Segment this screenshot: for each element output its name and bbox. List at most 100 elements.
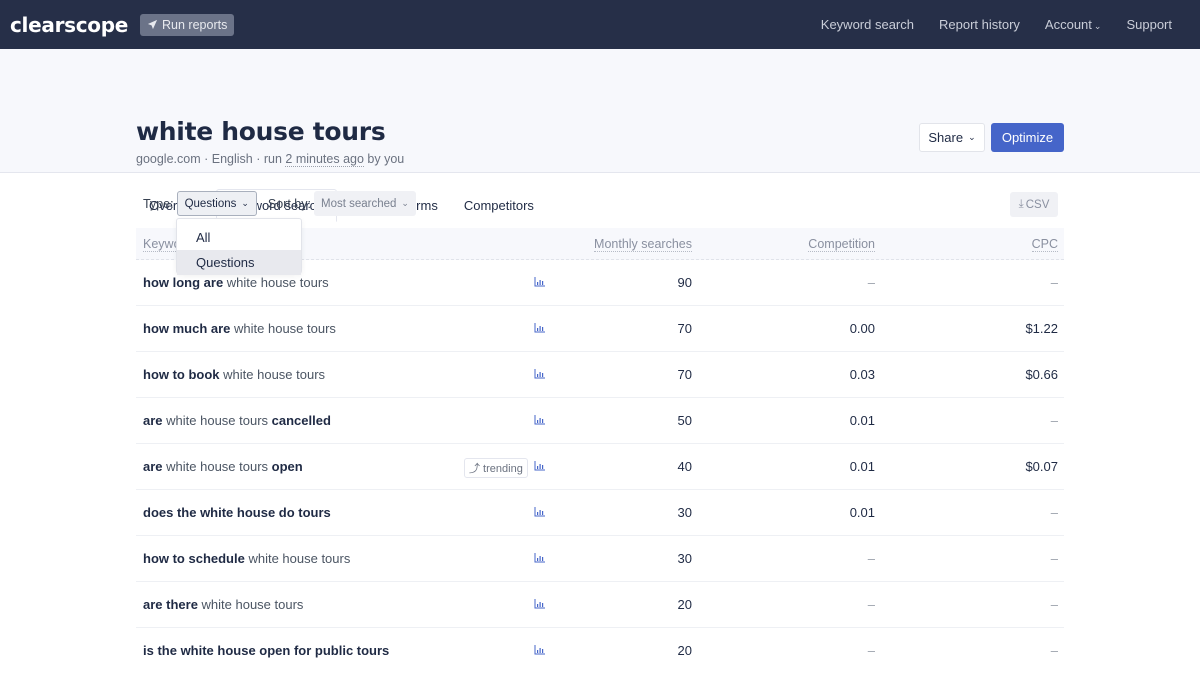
keyword-bold-suffix: cancelled [271, 413, 331, 428]
nav-report-history[interactable]: Report history [939, 17, 1020, 32]
page-title: white house tours [136, 117, 386, 146]
header-competition[interactable]: Competition [808, 237, 875, 252]
sort-label: Sort by: [267, 196, 311, 211]
keyword-cell[interactable]: how long are white house tours [143, 275, 329, 290]
cpc-cell: $1.22 [1025, 321, 1058, 336]
share-button[interactable]: Share ⌄ [919, 123, 985, 152]
header-monthly-searches[interactable]: Monthly searches [594, 237, 692, 252]
cpc-cell: $0.07 [1025, 459, 1058, 474]
nav-support[interactable]: Support [1126, 17, 1172, 32]
bar-chart-icon[interactable] [534, 598, 546, 609]
cpc-cell: – [1050, 643, 1058, 658]
keyword-bold-prefix: does the white house do tours [143, 505, 331, 520]
keyword-bold-prefix: are there [143, 597, 198, 612]
bar-chart-icon[interactable] [534, 460, 546, 471]
table-row[interactable]: how to book white house tours 70 0.03 $0… [136, 352, 1064, 398]
table-row[interactable]: how to schedule white house tours 30 – – [136, 536, 1064, 582]
keyword-table: Keyword Monthly searches Competition CPC… [136, 228, 1064, 674]
bar-chart-icon[interactable] [534, 322, 546, 333]
csv-download-button[interactable]: ⤓ CSV [1010, 192, 1058, 217]
competition-cell: – [867, 597, 875, 612]
table-row[interactable]: are white house tours open ⤴ trending 40… [136, 444, 1064, 490]
cpc-cell: – [1050, 597, 1058, 612]
keyword-bold-prefix: how to book [143, 367, 220, 382]
keyword-rest: white house tours [162, 413, 272, 428]
monthly-searches-cell: 30 [677, 551, 692, 566]
keyword-rest: white house tours [230, 321, 336, 336]
cpc-cell: $0.66 [1025, 367, 1058, 382]
keyword-bold-prefix: how long are [143, 275, 224, 290]
chevron-down-icon: ⌄ [401, 198, 409, 208]
header-cpc[interactable]: CPC [1031, 237, 1058, 252]
keyword-cell[interactable]: how to book white house tours [143, 367, 325, 382]
monthly-searches-cell: 40 [677, 459, 692, 474]
table-row[interactable]: are there white house tours 20 – – [136, 582, 1064, 628]
type-label: Type: [143, 196, 174, 211]
table-row[interactable]: is the white house open for public tours… [136, 628, 1064, 674]
bar-chart-icon[interactable] [534, 414, 546, 425]
csv-label: CSV [1025, 198, 1050, 211]
run-prefix: run [263, 152, 282, 166]
keyword-cell[interactable]: are white house tours open [143, 459, 303, 474]
trending-badge: ⤴ trending [464, 458, 528, 478]
competition-cell: – [867, 643, 875, 658]
type-dropdown-menu: All Questions [176, 218, 302, 275]
filter-bar: Type: Questions ⌄ Sort by: Most searched ⌄ [143, 191, 416, 216]
keyword-rest: white house tours [197, 597, 304, 612]
keyword-bold-suffix: open [271, 459, 303, 474]
dropdown-option-questions[interactable]: Questions [177, 250, 301, 275]
keyword-cell[interactable]: is the white house open for public tours [143, 643, 389, 658]
keyword-bold-prefix: are [143, 413, 163, 428]
keyword-bold-prefix: how to schedule [143, 551, 245, 566]
table-row[interactable]: are white house tours cancelled 50 0.01 … [136, 398, 1064, 444]
keyword-cell[interactable]: does the white house do tours [143, 505, 331, 520]
nav-account[interactable]: Account ⌄ [1045, 17, 1102, 32]
cpc-cell: – [1050, 505, 1058, 520]
monthly-searches-cell: 70 [677, 321, 692, 336]
top-navbar: clearscope Run reports Keyword search Re… [0, 0, 1200, 49]
chevron-down-icon: ⌄ [968, 132, 976, 142]
competition-cell: 0.03 [849, 367, 875, 382]
competition-cell: – [867, 275, 875, 290]
language-text: English [211, 152, 253, 166]
competition-cell: – [867, 551, 875, 566]
sort-select[interactable]: Most searched ⌄ [313, 191, 416, 216]
keyword-rest: white house tours [219, 367, 326, 382]
keyword-bold-prefix: is the white house open for public tours [143, 643, 390, 658]
keyword-bold-prefix: how much are [143, 321, 231, 336]
cpc-cell: – [1050, 551, 1058, 566]
clearscope-logo[interactable]: clearscope [10, 13, 128, 37]
cpc-cell: – [1050, 413, 1058, 428]
monthly-searches-cell: 70 [677, 367, 692, 382]
table-row[interactable]: does the white house do tours 30 0.01 – [136, 490, 1064, 536]
monthly-searches-cell: 50 [677, 413, 692, 428]
keyword-cell[interactable]: how to schedule white house tours [143, 551, 350, 566]
monthly-searches-cell: 90 [677, 275, 692, 290]
keyword-rest: white house tours [223, 275, 329, 290]
bar-chart-icon[interactable] [534, 506, 546, 517]
run-time: 2 minutes ago [285, 152, 364, 167]
bar-chart-icon[interactable] [534, 644, 546, 655]
keyword-cell[interactable]: are there white house tours [143, 597, 303, 612]
cpc-cell: – [1050, 275, 1058, 290]
bar-chart-icon[interactable] [534, 552, 546, 563]
type-select[interactable]: Questions ⌄ [176, 191, 257, 216]
bar-chart-icon[interactable] [534, 276, 546, 287]
keyword-cell[interactable]: are white house tours cancelled [143, 413, 331, 428]
paper-plane-icon [147, 19, 158, 30]
keyword-cell[interactable]: how much are white house tours [143, 321, 336, 336]
chevron-down-icon: ⌄ [241, 198, 249, 208]
run-reports-button[interactable]: Run reports [140, 13, 235, 36]
report-meta: google.com · English · run 2 minutes ago… [136, 152, 405, 167]
optimize-button[interactable]: Optimize [991, 123, 1064, 152]
share-label: Share [928, 130, 964, 145]
bar-chart-icon[interactable] [534, 368, 546, 379]
competition-cell: 0.00 [849, 321, 875, 336]
tab-competitors[interactable]: Competitors [451, 189, 547, 222]
keyword-bold-prefix: are [143, 459, 163, 474]
engine-text: google.com [136, 152, 201, 166]
nav-keyword-search[interactable]: Keyword search [821, 17, 914, 32]
dropdown-option-all[interactable]: All [177, 225, 301, 250]
table-row[interactable]: how much are white house tours 70 0.00 $… [136, 306, 1064, 352]
download-icon: ⤓ [1018, 198, 1024, 210]
